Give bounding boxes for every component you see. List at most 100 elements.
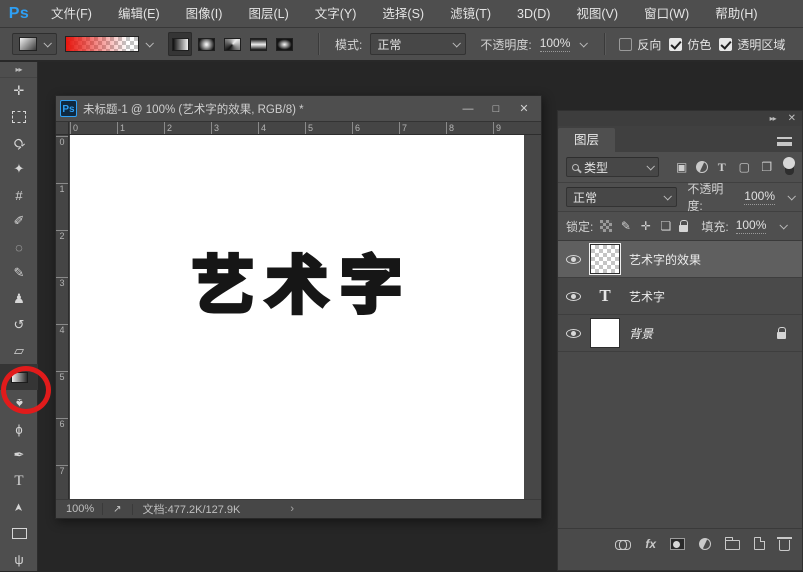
visibility-eye-icon[interactable] (566, 292, 581, 301)
shape-tool-button[interactable] (0, 520, 38, 546)
lock-artboard-icon[interactable]: ❏ (659, 219, 672, 233)
link-layers-button[interactable] (615, 540, 631, 548)
menu-type[interactable]: 文字(Y) (302, 0, 370, 28)
hand-tool-button[interactable]: ψ (0, 546, 38, 572)
gradient-editor-group[interactable] (65, 36, 152, 52)
menu-3d[interactable]: 3D(D) (504, 0, 563, 28)
layer-opacity-value[interactable]: 100% (744, 189, 775, 205)
menu-filter[interactable]: 滤镜(T) (437, 0, 504, 28)
layer-blend-mode-select[interactable]: 正常 (566, 187, 677, 207)
filter-pixel-layers-icon[interactable]: ▣ (673, 160, 689, 174)
fill-value[interactable]: 100% (736, 218, 767, 234)
reflected-gradient-button[interactable] (246, 32, 270, 56)
menu-help[interactable]: 帮助(H) (702, 0, 770, 28)
healing-brush-tool-button[interactable]: ◌ (0, 234, 38, 260)
history-brush-tool-button[interactable]: ↺ (0, 312, 38, 338)
close-button[interactable]: ✕ (511, 100, 537, 118)
panel-close-icon[interactable]: ✕ (788, 113, 796, 124)
toolbar-collapse-button[interactable]: ▸▸ (0, 62, 37, 78)
gradient-tool-button[interactable] (0, 364, 38, 390)
transparency-checkbox[interactable] (719, 38, 732, 51)
lock-transparent-pixels-icon[interactable] (600, 220, 612, 232)
ruler-number: 3 (211, 122, 258, 134)
clone-stamp-tool-button[interactable]: ♟ (0, 286, 38, 312)
layer-filter-select[interactable]: 类型 (566, 157, 659, 177)
menu-bar: Ps 文件(F) 编辑(E) 图像(I) 图层(L) 文字(Y) 选择(S) 滤… (0, 0, 803, 28)
filter-shape-layers-icon[interactable]: ▢ (736, 160, 752, 174)
lasso-tool-button[interactable]: Ω (0, 130, 38, 156)
menu-window[interactable]: 窗口(W) (631, 0, 702, 28)
layer-thumbnail-type[interactable]: T (590, 281, 620, 311)
transparency-checkbox-group[interactable]: 透明区域 (719, 36, 785, 53)
angle-gradient-button[interactable] (220, 32, 244, 56)
dither-checkbox[interactable] (669, 38, 682, 51)
layer-filtering-toggle[interactable] (785, 160, 794, 175)
zoom-level-field[interactable]: 100% (56, 503, 103, 515)
layer-row-background[interactable]: 背景 (558, 315, 802, 352)
path-select-tool-button[interactable]: ➤ (0, 494, 38, 520)
menu-edit[interactable]: 编辑(E) (105, 0, 173, 28)
delete-layer-button[interactable] (779, 536, 790, 551)
layer-name[interactable]: 艺术字的效果 (629, 251, 701, 268)
dither-checkbox-group[interactable]: 仿色 (669, 36, 711, 53)
layer-thumbnail-background[interactable] (590, 318, 620, 348)
magic-wand-tool-button[interactable]: ✦ (0, 156, 38, 182)
visibility-eye-icon[interactable] (566, 329, 581, 338)
type-tool-button[interactable]: T (0, 468, 38, 494)
lock-image-pixels-icon[interactable]: ✎ (619, 219, 632, 233)
reverse-checkbox-group[interactable]: 反向 (619, 36, 661, 53)
export-icon[interactable]: ↗ (103, 504, 132, 515)
panel-collapse-icon[interactable]: ▸▸ (770, 114, 776, 123)
linear-gradient-icon (172, 38, 189, 51)
filter-type-layers-icon[interactable]: T (714, 160, 730, 175)
blur-tool-button[interactable]: ♠ (0, 390, 38, 416)
filter-adjustment-layers-icon[interactable] (696, 161, 708, 173)
pen-tool-button[interactable]: ✒ (0, 442, 38, 468)
visibility-eye-icon[interactable] (566, 255, 581, 264)
radial-gradient-button[interactable] (194, 32, 218, 56)
chevron-down-icon (780, 221, 788, 229)
tool-preset-picker[interactable] (12, 33, 57, 55)
move-tool-button[interactable]: ✛ (0, 78, 38, 104)
status-expand-chevron-icon[interactable]: › (290, 503, 294, 515)
dither-label: 仿色 (687, 36, 711, 53)
brush-tool-button[interactable]: ✎ (0, 260, 38, 286)
eyedropper-tool-button[interactable]: ✐ (0, 208, 38, 234)
marquee-tool-button[interactable] (0, 104, 38, 130)
eraser-tool-button[interactable]: ▱ (0, 338, 38, 364)
layer-thumbnail-transparent[interactable] (590, 244, 620, 274)
document-title-bar[interactable]: Ps 未标题-1 @ 100% (艺术字的效果, RGB/8) * — □ ✕ (56, 96, 541, 122)
dodge-tool-button[interactable]: ϕ (0, 416, 38, 442)
layer-style-button[interactable]: fx (645, 537, 656, 551)
new-adjustment-layer-button[interactable] (699, 538, 711, 550)
minimize-button[interactable]: — (455, 100, 481, 118)
new-group-button[interactable] (725, 537, 740, 550)
panel-menu-icon[interactable] (777, 137, 792, 146)
menu-view[interactable]: 视图(V) (563, 0, 631, 28)
gradient-preview[interactable] (65, 36, 139, 52)
crop-tool-button[interactable]: # (0, 182, 38, 208)
layer-name[interactable]: 艺术字 (629, 288, 665, 305)
layer-row-text[interactable]: T 艺术字 (558, 278, 802, 315)
menu-layer[interactable]: 图层(L) (235, 0, 301, 28)
layer-row-effect[interactable]: 艺术字的效果 (558, 241, 802, 278)
reverse-checkbox[interactable] (619, 38, 632, 51)
lock-position-icon[interactable]: ✛ (639, 219, 652, 233)
maximize-button[interactable]: □ (483, 100, 509, 118)
lock-all-icon[interactable] (679, 225, 688, 232)
chevron-down-icon (664, 192, 672, 200)
menu-image[interactable]: 图像(I) (173, 0, 236, 28)
new-layer-button[interactable] (754, 537, 765, 550)
blend-mode-select[interactable]: 正常 (370, 33, 466, 55)
menu-file[interactable]: 文件(F) (38, 0, 105, 28)
menu-select[interactable]: 选择(S) (369, 0, 437, 28)
linear-gradient-button[interactable] (168, 32, 192, 56)
add-layer-mask-button[interactable] (670, 538, 685, 550)
layer-name[interactable]: 背景 (629, 325, 653, 342)
filter-smart-objects-icon[interactable]: ❐ (759, 160, 775, 174)
dodge-tool-icon: ϕ (15, 422, 22, 437)
diamond-gradient-button[interactable] (272, 32, 296, 56)
canvas[interactable]: 艺术字 (70, 135, 524, 499)
opacity-value[interactable]: 100% (540, 36, 571, 52)
tab-layers[interactable]: 图层 (558, 128, 615, 152)
